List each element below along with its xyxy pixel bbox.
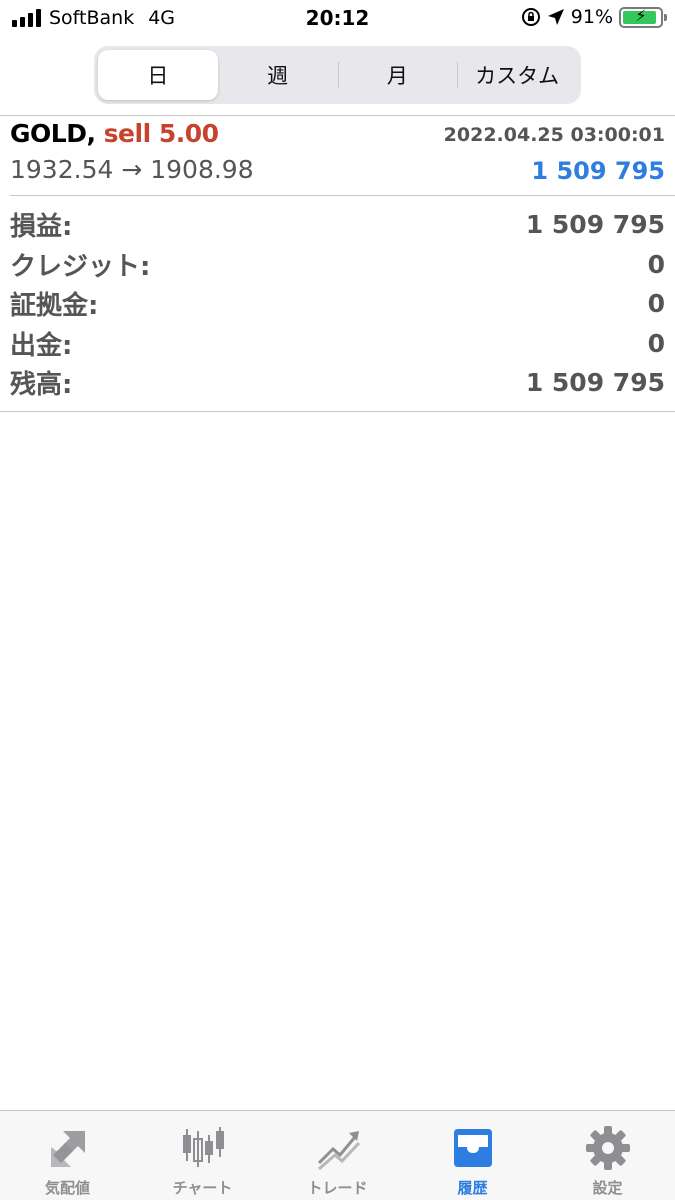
tab-label: 設定 — [592, 1179, 623, 1197]
tab-settings[interactable]: 設定 — [540, 1111, 675, 1200]
summary-divider — [0, 411, 675, 412]
summary-row-withdrawal: 出金: 0 — [10, 324, 665, 364]
charging-bolt-icon: ⚡ — [635, 5, 647, 25]
quotes-icon — [50, 1131, 85, 1167]
status-bar: SoftBank 4G 20:12 91% ⚡ — [0, 0, 675, 38]
location-arrow-icon — [547, 9, 564, 25]
tab-quotes[interactable]: 気配値 — [0, 1111, 135, 1200]
tab-label: 気配値 — [44, 1179, 90, 1197]
summary-label: クレジット: — [10, 251, 151, 282]
summary-label: 証拠金: — [10, 291, 99, 322]
summary-value: 0 — [647, 249, 665, 279]
status-right: 91% ⚡ — [521, 5, 667, 28]
trade-icon — [317, 1131, 360, 1171]
summary-value: 1 509 795 — [525, 368, 665, 398]
tab-month[interactable]: 月 — [337, 50, 458, 100]
summary-row-credit: クレジット: 0 — [10, 245, 665, 285]
deal-divider — [10, 195, 675, 196]
deal-symbol: GOLD, — [10, 119, 96, 148]
tab-custom[interactable]: カスタム — [457, 50, 577, 100]
summary-row-balance: 残高: 1 509 795 — [10, 363, 665, 403]
tab-label: トレード — [307, 1179, 368, 1197]
summary-value: 1 509 795 — [525, 210, 665, 240]
battery-icon: ⚡ — [619, 5, 667, 28]
summary-row-deposit: 証拠金: 0 — [10, 284, 665, 324]
summary-label: 残高: — [10, 370, 73, 401]
deal-symbol-line: GOLD, sell 5.00 — [10, 119, 219, 148]
history-tray-icon — [453, 1129, 492, 1167]
tab-day[interactable]: 日 — [98, 50, 218, 100]
summary-label: 出金: — [10, 330, 73, 361]
tab-trade[interactable]: トレード — [270, 1111, 405, 1200]
summary-row-profit: 損益: 1 509 795 — [10, 205, 665, 245]
bottom-tab-bar: 気配値 チャート トレード 履歴 設定 — [0, 1110, 675, 1200]
deal-datetime: 2022.04.25 03:00:01 — [443, 124, 665, 146]
deal-side-volume: sell 5.00 — [103, 119, 219, 148]
deal-row-header[interactable]: GOLD, sell 5.00 2022.04.25 03:00:01 — [10, 119, 665, 153]
period-segmented-control: 日 週 月 カスタム — [94, 46, 581, 104]
orientation-lock-icon — [521, 8, 540, 26]
gear-icon — [585, 1126, 630, 1170]
summary-section: 損益: 1 509 795 クレジット: 0 証拠金: 0 出金: 0 残高: … — [10, 205, 665, 403]
summary-label: 損益: — [10, 212, 73, 243]
top-divider — [0, 115, 675, 116]
summary-value: 0 — [647, 328, 665, 358]
tab-chart[interactable]: チャート — [135, 1111, 270, 1200]
tab-label: チャート — [172, 1179, 233, 1197]
tab-label: 履歴 — [457, 1179, 488, 1197]
battery-percentage: 91% — [570, 6, 613, 28]
summary-value: 0 — [647, 289, 665, 319]
tab-week[interactable]: 週 — [218, 50, 338, 100]
tab-history[interactable]: 履歴 — [405, 1111, 540, 1200]
deal-prices: 1932.54 → 1908.98 — [10, 155, 254, 184]
deal-profit: 1 509 795 — [531, 157, 665, 185]
candlestick-chart-icon — [182, 1127, 224, 1167]
